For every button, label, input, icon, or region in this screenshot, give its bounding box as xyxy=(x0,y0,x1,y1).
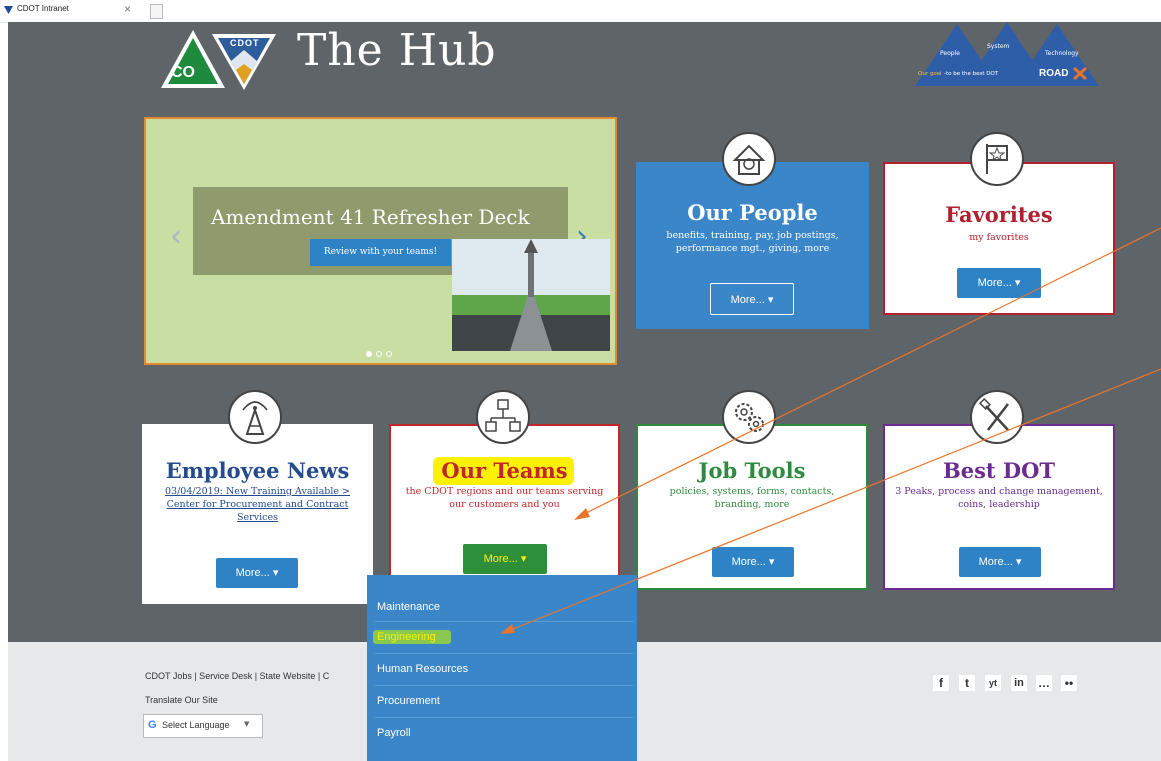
annotation-arrow-line xyxy=(507,368,1161,632)
annotation-arrowhead xyxy=(574,508,590,520)
annotation-arrows xyxy=(500,227,1161,634)
annotation-arrowhead xyxy=(500,624,515,634)
annotation-arrow-line xyxy=(581,227,1161,516)
